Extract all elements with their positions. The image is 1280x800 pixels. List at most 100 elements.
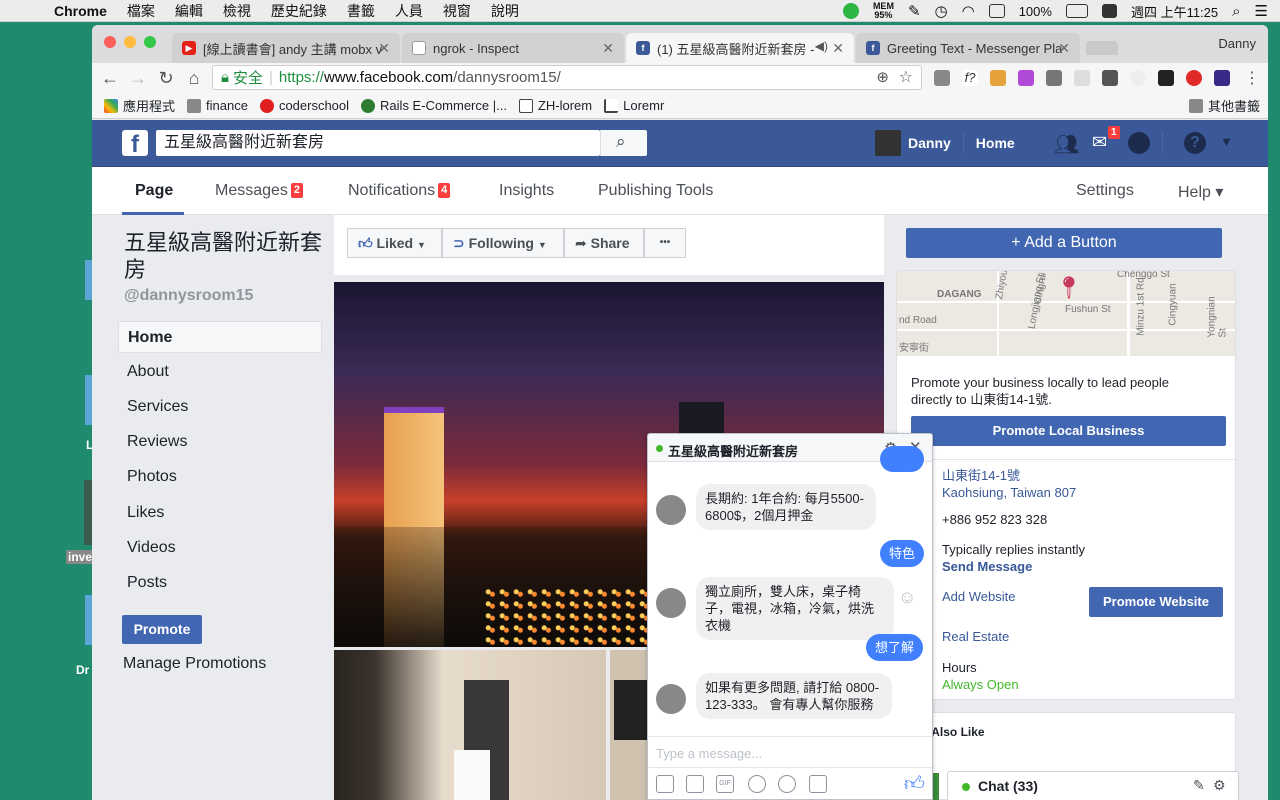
bookmark-coderschool[interactable]: coderschool (259, 98, 349, 113)
tab-help[interactable]: Help ▾ (1178, 182, 1223, 202)
attachment-icon[interactable] (778, 775, 796, 793)
close-window-button[interactable] (104, 36, 116, 48)
back-icon[interactable]: ← (96, 68, 124, 89)
chrome-menu-icon[interactable]: ⋮ (1244, 68, 1260, 88)
bookmark-star-icon[interactable]: ☆ (899, 67, 913, 87)
message-input[interactable]: Type a message... (656, 746, 762, 761)
menu-help[interactable]: 說明 (491, 1, 519, 21)
help-icon[interactable]: ? (1184, 132, 1206, 154)
evernote-icon[interactable] (1102, 70, 1118, 86)
react-icon[interactable] (1158, 70, 1174, 86)
sidebar-item-services[interactable]: Services (118, 391, 322, 423)
share-button[interactable]: ➦ Share (564, 228, 644, 258)
tab-youtube[interactable]: ▶ [線上讀書會] andy 主講 mobx v ✕ (172, 33, 400, 63)
avatar[interactable] (875, 130, 901, 156)
emoji-react-icon[interactable]: ☺ (898, 587, 916, 608)
account-menu-icon[interactable]: ▼ (1220, 134, 1233, 149)
sidebar-item-videos[interactable]: Videos (118, 532, 322, 564)
desktop-label[interactable]: Dr (76, 663, 89, 677)
clock[interactable]: 週四 上午11:25 (1131, 2, 1218, 21)
sidebar-item-posts[interactable]: Posts (118, 567, 322, 599)
close-tab-icon[interactable]: ✕ (378, 40, 390, 57)
profile-name[interactable]: Danny (1218, 36, 1256, 51)
facebook-logo-icon[interactable]: f (122, 130, 148, 158)
evernote-icon[interactable]: ✎ (908, 2, 921, 20)
address-line-2[interactable]: Kaohsiung, Taiwan 807 (942, 484, 1076, 501)
promote-local-business-button[interactable]: Promote Local Business (911, 416, 1226, 446)
more-button[interactable]: ••• (644, 228, 686, 258)
notifications-globe-icon[interactable] (1128, 132, 1150, 154)
tab-publishing-tools[interactable]: Publishing Tools (598, 182, 713, 200)
friend-requests-icon[interactable]: 👥︎ (1054, 132, 1079, 156)
desktop-icon[interactable] (85, 595, 92, 645)
search-icon[interactable]: ⌕ (1232, 3, 1240, 20)
sidebar-item-home[interactable]: Home (118, 321, 322, 353)
tab-notifications[interactable]: Notifications 4 (348, 182, 451, 200)
extension-icon[interactable] (1018, 70, 1034, 86)
search-button[interactable]: ⌕ (600, 130, 647, 156)
memory-status[interactable]: MEM 95% (873, 2, 894, 20)
formula-icon[interactable]: f? (962, 70, 978, 86)
extension-icon[interactable] (1214, 70, 1230, 86)
adblock-icon[interactable] (1186, 70, 1202, 86)
address-bar[interactable]: 🔒︎ 安全 | https://www.facebook.com/dannysr… (212, 65, 922, 90)
category-link[interactable]: Real Estate (942, 628, 1009, 645)
bookmark-zh-lorem[interactable]: ZH-lorem (518, 98, 592, 113)
bookmark-rails[interactable]: Rails E-Commerce |... (361, 98, 507, 113)
input-method-icon[interactable] (1101, 4, 1117, 18)
eyedropper-icon[interactable] (934, 70, 950, 86)
desktop-icon[interactable] (85, 375, 92, 425)
tab-messages[interactable]: Messages 2 (215, 182, 304, 200)
extension-icon[interactable] (1130, 70, 1146, 86)
bookmark-apps[interactable]: 應用程式 (104, 96, 175, 115)
desktop-icon[interactable] (84, 480, 92, 545)
chat-sidebar-bar[interactable]: Chat (33) ✎ ⚙ (947, 771, 1239, 800)
bookmark-loremr[interactable]: Loremr (604, 98, 664, 113)
close-tab-icon[interactable]: ✕ (832, 40, 844, 57)
liked-button[interactable]: 👍︎ Liked ▼ (347, 228, 442, 258)
zoom-window-button[interactable] (144, 36, 156, 48)
reload-icon[interactable]: ↻ (152, 68, 180, 89)
menu-app-name[interactable]: Chrome (54, 3, 107, 19)
tab-page[interactable]: Page (135, 182, 173, 200)
menu-people[interactable]: 人員 (395, 1, 423, 21)
extension-icon[interactable] (990, 70, 1006, 86)
page-title[interactable]: 五星級高醫附近新套房 (124, 229, 324, 283)
tab-settings[interactable]: Settings (1076, 182, 1134, 200)
close-tab-icon[interactable]: ✕ (1058, 40, 1070, 57)
promote-website-button[interactable]: Promote Website (1089, 587, 1223, 617)
new-tab-button[interactable] (1086, 41, 1118, 55)
notification-center-icon[interactable]: ☰ (1255, 2, 1268, 20)
search-input[interactable]: 五星級高醫附近新套房 (156, 130, 600, 156)
manage-promotions-link[interactable]: Manage Promotions (123, 655, 266, 673)
page-handle[interactable]: @dannysroom15 (124, 287, 253, 305)
extension-icon[interactable] (1074, 70, 1090, 86)
close-tab-icon[interactable]: ✕ (602, 40, 614, 57)
menu-window[interactable]: 視窗 (443, 1, 471, 21)
tab-facebook-page[interactable]: f (1) 五星級高醫附近新套房 - ◀) ✕ (626, 33, 854, 63)
wifi-icon[interactable]: ◠ (962, 2, 975, 20)
home-icon[interactable]: ⌂ (180, 68, 208, 89)
add-a-button[interactable]: + Add a Button (906, 228, 1222, 258)
sidebar-item-likes[interactable]: Likes (118, 497, 322, 529)
menu-edit[interactable]: 編輯 (175, 1, 203, 21)
chat-title[interactable]: 五星級高醫附近新套房 (668, 441, 798, 460)
send-message-link[interactable]: Send Message (942, 558, 1032, 575)
camera-icon[interactable] (809, 775, 827, 793)
tab-ngrok[interactable]: ngrok - Inspect ✕ (402, 33, 624, 63)
gif-icon[interactable]: GIF (716, 775, 734, 793)
menu-view[interactable]: 檢視 (223, 1, 251, 21)
desktop-label[interactable]: inve (66, 550, 95, 564)
compose-icon[interactable]: ✎ (1193, 777, 1205, 794)
sticker-icon[interactable] (686, 775, 704, 793)
line-icon[interactable] (842, 3, 859, 19)
user-name[interactable]: Danny (908, 135, 951, 151)
extension-icon[interactable] (1046, 70, 1062, 86)
bookmark-finance[interactable]: finance (187, 98, 248, 113)
photo-icon[interactable] (656, 775, 674, 793)
minimize-window-button[interactable] (124, 36, 136, 48)
forward-icon[interactable]: → (124, 68, 152, 89)
sidebar-item-about[interactable]: About (118, 356, 322, 388)
location-map[interactable]: Chenggo St DAGANG Zhiyou Longjiang St Ci… (897, 271, 1235, 356)
battery-icon[interactable] (1065, 4, 1088, 18)
